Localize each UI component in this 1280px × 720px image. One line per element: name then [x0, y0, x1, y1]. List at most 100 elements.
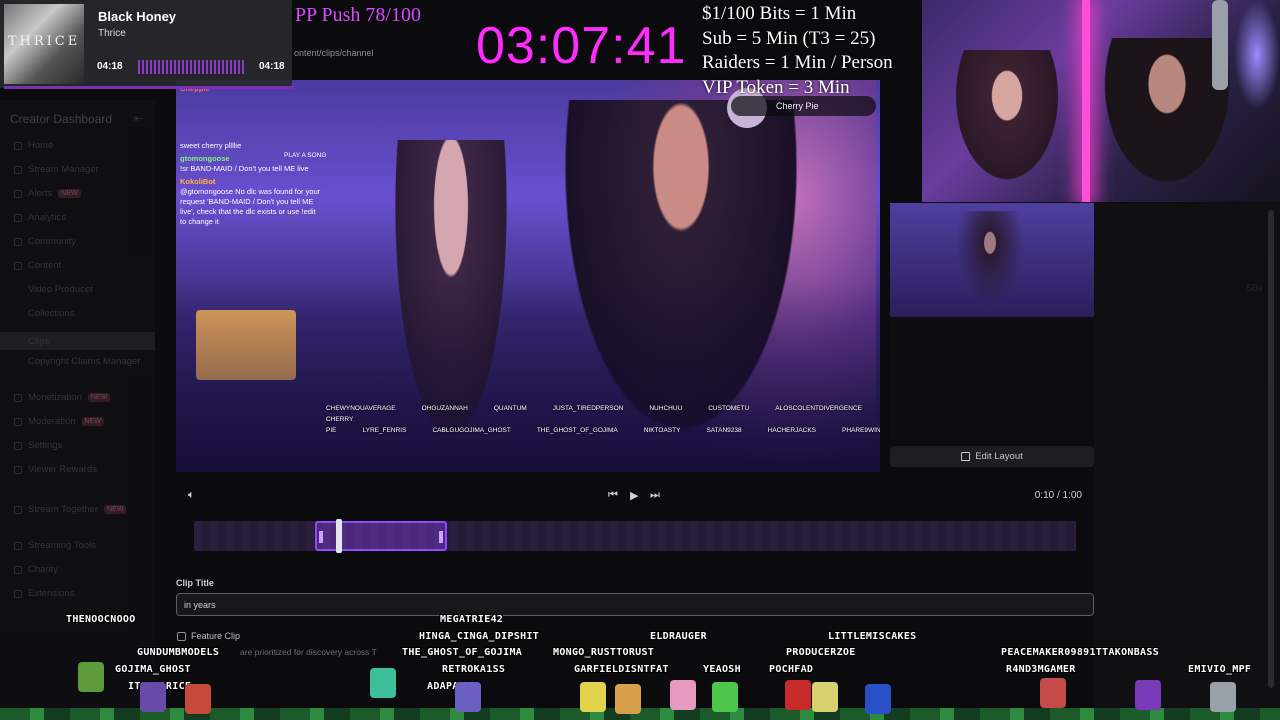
volume-icon[interactable]: 🔈︎ — [188, 489, 195, 502]
viewer-character-name: GARFIELDISNTFAT — [574, 664, 669, 675]
sidebar-item[interactable]: Settings — [14, 440, 62, 451]
song-duration: 04:18 — [259, 61, 285, 72]
clip-video-preview[interactable]: Cheppie sweet cherry pllllie gtomongoose… — [176, 80, 880, 472]
subathon-rules: $1/100 Bits = 1 Min Sub = 5 Min (T3 = 25… — [702, 2, 893, 100]
previous-frame-icon[interactable]: ⏮︎ — [608, 489, 618, 502]
sidebar-item[interactable]: Moderation NEW — [14, 416, 104, 427]
sidebar-item[interactable]: Viewer Rewards — [14, 464, 97, 475]
sidebar-item-icon — [14, 541, 22, 550]
time-readout: 0:10 / 1:00 — [1034, 490, 1082, 501]
viewer-character-name: PEACEMAKER09891TTAKONBASS — [1001, 647, 1160, 658]
song-title: Black Honey — [98, 9, 177, 24]
viewer-names-overlay: CHEWYNOUAVERAGE OHGUZANNAH QUANTUM JUSTA_TI… — [326, 403, 880, 436]
sidebar-item[interactable]: Monetization NEW — [14, 392, 111, 403]
sidebar-item-label: Analytics — [28, 212, 67, 223]
sidebar-item-label: Settings — [28, 440, 63, 451]
viewer-name: SATAN9238 — [706, 427, 742, 434]
sidebar-item-label: Stream Together — [28, 504, 99, 515]
chat-text: !sr BAND-MAID / Don't you tell ME live — [180, 164, 309, 173]
viewer-name: CUSTOMETU — [708, 405, 750, 412]
sidebar-item[interactable]: Extensions — [14, 588, 74, 599]
play-icon[interactable]: ▶︎ — [630, 489, 638, 502]
chat-text: @gtomongoose No dlc was found for your r… — [180, 187, 321, 226]
collapse-sidebar-icon[interactable]: ⇤ — [134, 112, 143, 125]
rule-line: Sub = 5 Min (T3 = 25) — [702, 27, 876, 49]
trim-selection[interactable] — [314, 521, 448, 551]
viewer-character-sprite — [1210, 682, 1236, 712]
sidebar-item-icon — [14, 141, 22, 150]
sidebar-item[interactable]: Analytics — [14, 212, 66, 223]
sidebar-item[interactable]: Alerts NEW — [14, 188, 81, 199]
viewer-character-name: HINGA_CINGA_DIPSHIT — [419, 631, 540, 642]
viewer-character-sprite — [812, 682, 838, 712]
viewer-name: CHEWYNOUAVERAGE — [326, 405, 396, 412]
viewer-character-name: THE_GHOST_OF_GOJIMA — [402, 647, 523, 658]
now-playing-widget: THRICE Black Honey Thrice 04:18 04:18 — [0, 0, 294, 89]
sidebar-item-icon — [14, 417, 22, 426]
sidebar-item[interactable]: Community — [14, 236, 76, 247]
subathon-timer: 03:07:41 — [476, 17, 687, 75]
sidebar-item-icon — [14, 589, 22, 598]
sidebar-item-icon — [14, 465, 22, 474]
sidebar-item-label: Home — [28, 140, 54, 151]
chat-username: KokoliBot — [180, 177, 216, 186]
sidebar-item[interactable]: Streaming Tools — [14, 540, 96, 551]
viewer-name: CABLGUGOJIMA_GHOST — [432, 427, 511, 434]
sidebar-item[interactable]: Charity — [14, 564, 58, 575]
sidebar-item[interactable]: Stream Together NEW — [14, 504, 127, 515]
viewer-character-sprite — [1135, 680, 1161, 710]
sidebar-item-icon — [14, 237, 22, 246]
viewer-character-name: ELDRAUGER — [650, 631, 707, 642]
viewer-name: JUSTA_TIREDPERSON — [552, 405, 624, 412]
chat-line: KokoliBot @gtomongoose No dlc was found f… — [180, 177, 322, 227]
sidebar-item[interactable]: Video Producer — [28, 284, 93, 295]
viewer-character-sprite — [785, 680, 811, 710]
clip-title-label: Clip Title — [176, 578, 214, 588]
rule-line: $1/100 Bits = 1 Min — [702, 3, 857, 24]
rule-line: Raiders = 1 Min / Person — [702, 52, 893, 73]
next-frame-icon[interactable]: ⏭︎ — [650, 489, 660, 502]
webcam-person-left — [942, 50, 1072, 202]
chat-line: sweet cherry pllllie — [180, 141, 322, 151]
sidebar-item[interactable]: Collections — [28, 308, 74, 319]
album-art-text: THRICE — [7, 34, 81, 49]
viewer-character-sprite — [580, 682, 606, 712]
microphone — [1212, 0, 1228, 90]
layout-icon — [961, 452, 971, 461]
trim-start-handle[interactable] — [318, 531, 323, 543]
sidebar-item-label: Content — [28, 260, 62, 271]
viewer-character-name: R4ND3MGAMER — [1006, 664, 1076, 675]
screen: Creator Dashboard ⇤ Home Stream Manager Al… — [0, 0, 1280, 720]
viewer-character-sprite — [140, 682, 166, 712]
webcam-feed — [922, 0, 1280, 202]
playhead[interactable] — [336, 519, 342, 553]
edit-layout-button[interactable]: Edit Layout — [890, 446, 1094, 467]
viewer-character-sprite — [712, 682, 738, 712]
sidebar-item-label: Moderation — [28, 416, 76, 427]
viewer-character-name: POCHFAD — [769, 664, 814, 675]
viewer-character-sprite — [455, 682, 481, 712]
video-chat-overlay: Cheppie sweet cherry pllllie gtomongoose… — [176, 80, 326, 290]
song-elapsed: 04:18 — [97, 61, 123, 72]
viewer-character-sprite — [670, 680, 696, 710]
sidebar-item[interactable]: Clips — [0, 332, 155, 350]
sidebar-item-icon — [14, 165, 22, 174]
viewer-name: ALOSCOLENTDIVERGENCE — [775, 405, 862, 412]
sidebar-item[interactable]: Home — [14, 140, 53, 151]
sidebar-item[interactable]: Copyright Claims Manager — [28, 356, 140, 367]
viewer-name: NIKTOASTY — [643, 427, 681, 434]
sidebar-item[interactable]: Stream Manager — [14, 164, 99, 175]
sidebar-item-label: Monetization — [28, 392, 82, 403]
viewer-character-sprite — [78, 662, 104, 692]
clip-timeline[interactable] — [194, 519, 1076, 553]
trim-end-handle[interactable] — [439, 531, 444, 543]
sidebar-item-icon — [14, 505, 22, 514]
layout-preview-thumbnail — [890, 203, 1094, 317]
viewer-name: LYRE_FENRIS — [362, 427, 407, 434]
sidebar-item-label: Viewer Rewards — [28, 464, 97, 475]
sidebar-item-icon — [14, 261, 22, 270]
sidebar-item[interactable]: Content — [14, 260, 61, 271]
sidebar-item-label: Alerts — [28, 188, 53, 199]
sidebar-item-label: Clips — [28, 335, 50, 347]
viewer-character-sprite — [615, 684, 641, 714]
